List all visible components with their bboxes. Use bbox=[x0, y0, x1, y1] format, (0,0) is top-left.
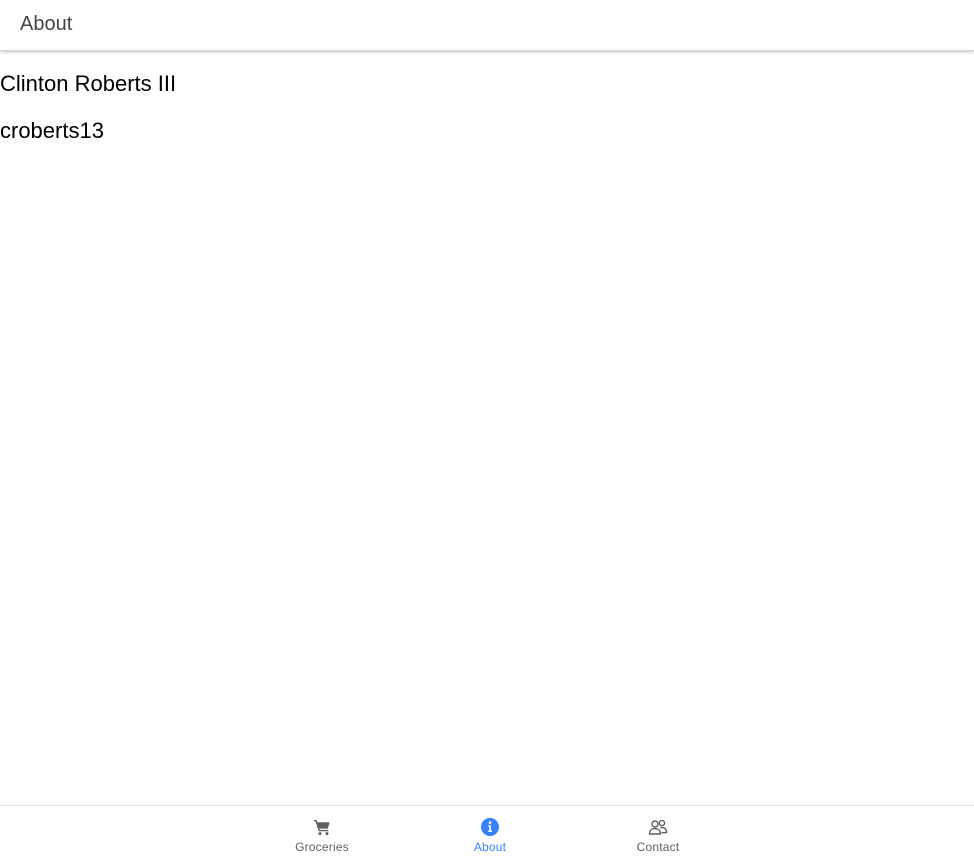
people-icon bbox=[648, 817, 668, 837]
username-text: croberts13 bbox=[0, 118, 104, 143]
full-name-text: Clinton Roberts III bbox=[0, 71, 177, 96]
toolbar: About bbox=[0, 0, 974, 51]
tab-groceries-label: Groceries bbox=[295, 840, 349, 854]
cart-icon bbox=[312, 817, 332, 837]
tab-contact-label: Contact bbox=[636, 840, 680, 854]
tab-bar: Groceries About Contact bbox=[0, 805, 974, 859]
tab-contact[interactable]: Contact bbox=[598, 806, 718, 859]
tab-about-label: About bbox=[473, 840, 507, 854]
page-title: About bbox=[20, 13, 73, 35]
tab-groceries[interactable]: Groceries bbox=[262, 806, 382, 859]
app-root: About Clinton Roberts III croberts13 Gro… bbox=[0, 0, 974, 859]
info-circle-icon bbox=[480, 817, 500, 837]
tab-about[interactable]: About bbox=[430, 806, 550, 859]
